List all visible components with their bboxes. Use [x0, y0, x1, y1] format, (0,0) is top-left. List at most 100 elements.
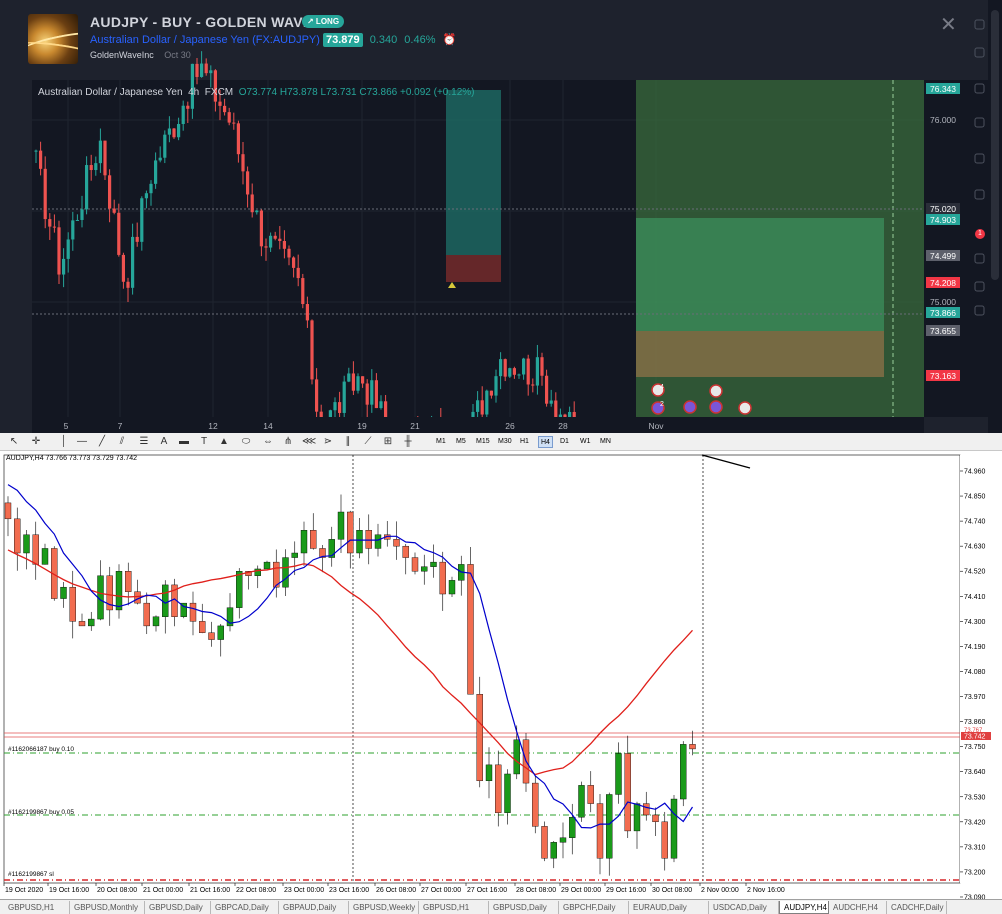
tv-candle-body	[181, 105, 185, 125]
tv-time-tick: 14	[263, 421, 273, 431]
mt-candle-body	[680, 744, 687, 800]
last-price: 73.879	[322, 33, 363, 47]
label-icon[interactable]: T	[198, 436, 210, 447]
chart-tab[interactable]: GBPAUD,Daily	[279, 901, 349, 914]
mt-time-tick: 30 Oct 08:00	[652, 887, 692, 894]
rectangle-icon[interactable]: ▬	[178, 436, 190, 447]
chart-tab[interactable]: GBPUSD,Weekly	[349, 901, 419, 914]
tv-candle-body	[361, 376, 365, 384]
timeframe-m1[interactable]: M1	[434, 436, 448, 448]
tv-candle-body	[347, 373, 351, 382]
tv-price-tag: 73.163	[930, 371, 956, 381]
horizontal-line-icon[interactable]: —	[76, 436, 88, 447]
cycle-lines-icon[interactable]: ∥	[342, 436, 354, 447]
chart-tab[interactable]: GBPUSD,Monthly	[70, 901, 145, 914]
timeframe-d1[interactable]: D1	[558, 436, 571, 448]
arrow-icon[interactable]: ⇔	[262, 436, 274, 447]
vertical-line-icon[interactable]: │	[58, 436, 70, 447]
timeframe-m30[interactable]: M30	[496, 436, 514, 448]
order-label-sl[interactable]: #1162199867 sl	[8, 871, 54, 878]
mt-price-tick: 73.200	[964, 869, 986, 876]
price-change-pct: 0.46%	[404, 34, 436, 46]
cursor-icon[interactable]: ↖	[8, 436, 20, 447]
tv-price-tag: 76.343	[930, 84, 956, 94]
order-label-2[interactable]: #1162199867 buy 0.05	[8, 809, 74, 816]
chart-tab[interactable]: GBPUSD,H1	[419, 901, 489, 914]
mt-current-price-2: 73.767	[964, 728, 983, 734]
timeframe-h1[interactable]: H1	[518, 436, 531, 448]
tv-candle-body	[186, 105, 190, 109]
price-change: 0.340	[369, 34, 398, 46]
tv-chart-canvas[interactable]: 76.00075.50075.00074.00073.50073.00076.3…	[0, 0, 988, 433]
chart-tab[interactable]: USDCAD,Daily	[709, 901, 779, 914]
mt-candle-body	[495, 764, 502, 813]
mt-chart-canvas[interactable]: 74.960 74.850 74.740 74.630 74.520 74.410 74.3…	[0, 451, 1002, 899]
timeframe-h4[interactable]: H4	[538, 436, 553, 448]
tv-candle-body	[310, 320, 314, 380]
pitchfork-icon[interactable]: ⋔	[282, 436, 294, 447]
mt-candle-body	[393, 539, 400, 547]
mt-time-tick: 23 Oct 00:00	[284, 887, 324, 894]
alarm-clock-icon[interactable]: ⏰	[443, 34, 457, 46]
mt-plot-frame	[3, 454, 961, 884]
text-icon[interactable]: A	[158, 436, 170, 447]
fibonacci-icon[interactable]: ☰	[138, 436, 150, 447]
gann-icon[interactable]: ⋗	[322, 436, 334, 447]
close-icon[interactable]: ✕	[940, 12, 957, 37]
scrollbar-thumb[interactable]	[991, 10, 999, 280]
tv-candle-body	[89, 165, 93, 171]
right-scrollbar[interactable]	[988, 0, 1002, 433]
tv-candle-body	[333, 402, 337, 411]
author-name[interactable]: GoldenWaveInc	[90, 50, 154, 60]
grid-icon[interactable]: ⊞	[382, 436, 394, 447]
mt-time-tick: 2 Nov 00:00	[701, 887, 739, 894]
chart-tab[interactable]: GBPCAD,Daily	[211, 901, 279, 914]
mt-candle-body	[402, 545, 409, 558]
mt-time-tick: 19 Oct 2020	[5, 887, 43, 894]
crosshair-icon[interactable]: ✛	[30, 436, 42, 447]
timeframe-m5[interactable]: M5	[454, 436, 468, 448]
mt-candle-body	[606, 794, 613, 859]
trendline-icon[interactable]: ╱	[96, 436, 108, 447]
tv-price-tag: 74.208	[930, 278, 956, 288]
tv-candle-body	[282, 240, 286, 249]
tv-candle-body	[158, 157, 162, 161]
timeframe-m15[interactable]: M15	[474, 436, 492, 448]
timeframe-w1[interactable]: W1	[578, 436, 593, 448]
mt-candle-body	[587, 785, 594, 804]
tv-candle-body	[485, 390, 489, 415]
tv-candle-body	[342, 381, 346, 413]
tv-candle-body	[476, 400, 480, 412]
chart-tab[interactable]: GBPUSD,Daily	[489, 901, 559, 914]
chart-tab[interactable]: EURAUD,Daily	[629, 901, 709, 914]
order-label-1[interactable]: #1162066187 buy 0.10	[8, 746, 74, 753]
notification-badge[interactable]: 1	[975, 229, 985, 239]
mt-candle-body	[596, 803, 604, 859]
chart-tab[interactable]: GBPCHF,Daily	[559, 901, 629, 914]
channel-icon[interactable]: ⫽	[116, 436, 128, 447]
chart-tab[interactable]: GBPUSD,H1	[4, 901, 70, 914]
chart-tab[interactable]: AUDCHF,H4	[829, 901, 887, 914]
tv-candle-body	[126, 281, 130, 288]
mt-price-tick: 73.420	[964, 819, 986, 826]
tv-candle-body	[39, 150, 43, 169]
tv-candle-body	[356, 376, 360, 391]
tv-candle-body	[264, 246, 268, 248]
bars-icon[interactable]: ╫	[402, 436, 414, 447]
tv-candle-body	[494, 376, 498, 396]
chart-tab[interactable]: CADCHF,Daily	[887, 901, 947, 914]
chart-tab[interactable]: AUDJPY,H4	[779, 901, 829, 914]
chart-tab[interactable]: GBPUSD,Daily	[145, 901, 211, 914]
author-logo[interactable]	[28, 14, 78, 64]
tv-time-tick: 5	[64, 421, 69, 431]
timeframe-mn[interactable]: MN	[598, 436, 613, 448]
pair-name-link[interactable]: Australian Dollar / Japanese Yen	[90, 34, 249, 46]
mt-candle-body	[32, 534, 39, 565]
tv-candle-body	[108, 175, 112, 209]
ellipse-icon[interactable]: ⬭	[240, 436, 252, 447]
symbol-link[interactable]: (FX:AUDJPY)	[252, 34, 320, 46]
zigzag-icon[interactable]: ⋘	[302, 436, 316, 447]
triangle-icon[interactable]: ▲	[218, 436, 230, 447]
mt-candle-body	[328, 539, 335, 558]
fan-icon[interactable]: ⟋	[362, 436, 374, 447]
